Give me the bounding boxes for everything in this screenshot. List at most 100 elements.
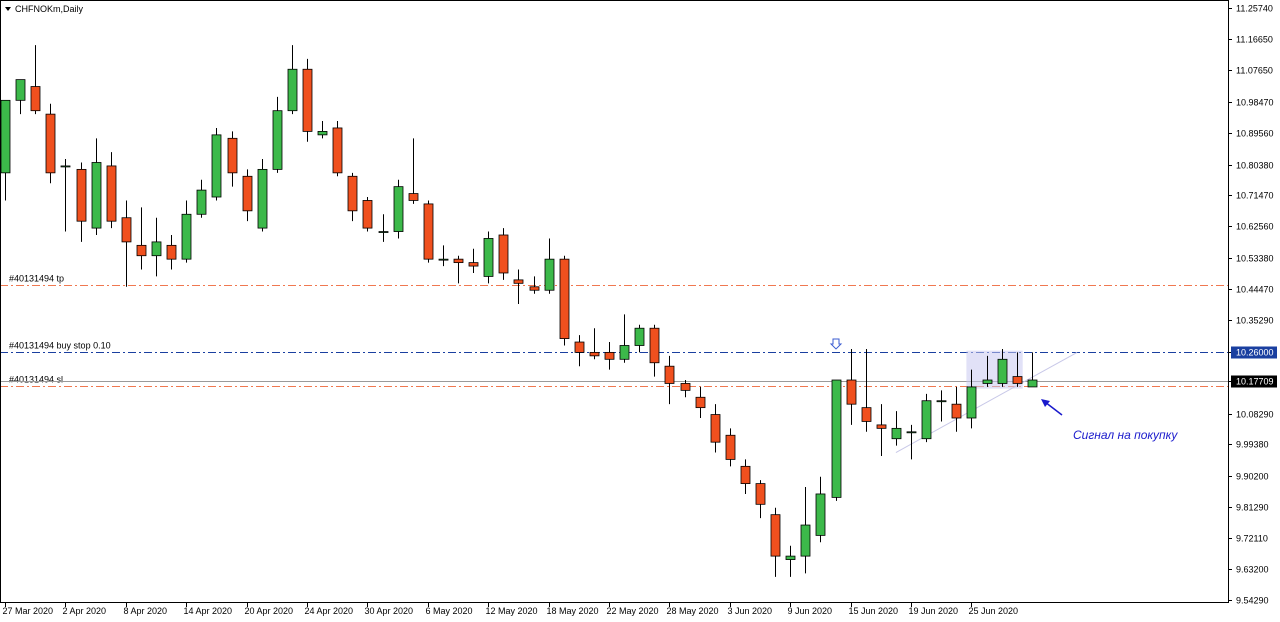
x-tick-label: 6 May 2020 [426, 606, 473, 616]
y-tick-label: 9.54290 [1236, 596, 1269, 606]
candle-body [574, 341, 585, 353]
candle-body [921, 400, 932, 440]
y-tick-label: 11.16650 [1236, 35, 1273, 45]
x-tick-label: 12 May 2020 [486, 606, 538, 616]
candle-body [755, 483, 766, 505]
candle-body [770, 514, 781, 557]
x-tick-label: 25 Jun 2020 [969, 606, 1019, 616]
candle-body [393, 186, 404, 232]
candle-body [891, 427, 902, 440]
candle-body [876, 424, 887, 429]
candle-body [649, 327, 660, 364]
candle-body [966, 386, 977, 419]
candle-body [800, 524, 811, 557]
candle-body [498, 234, 509, 274]
candle-body [544, 258, 555, 291]
level-label-0: #40131494 tp [9, 274, 64, 284]
candle-body [634, 327, 645, 346]
level-label-1: #40131494 buy stop 0.10 [9, 341, 111, 351]
y-tick-label: 10.89560 [1236, 129, 1274, 139]
candle-body [906, 431, 917, 434]
x-tick-label: 22 May 2020 [607, 606, 659, 616]
candle-body [30, 86, 41, 112]
candle-body [242, 175, 253, 212]
candle-body [91, 162, 102, 229]
x-tick-label: 14 Apr 2020 [184, 606, 233, 616]
signal-label: Сигнал на покупку [1073, 428, 1178, 442]
candle-body [589, 351, 600, 357]
candle-body [740, 465, 751, 485]
candle-body [76, 168, 87, 222]
y-tick-label: 10.80380 [1236, 161, 1274, 171]
x-tick-label: 19 Jun 2020 [909, 606, 959, 616]
candle-body [997, 358, 1008, 384]
candle-body [831, 379, 842, 498]
candle-body [121, 217, 132, 243]
y-tick-label: 10.08290 [1236, 410, 1274, 420]
chart-background [0, 0, 1280, 622]
y-tick-label: 9.90200 [1236, 472, 1269, 482]
candle-body [1027, 379, 1038, 388]
y-tick-label: 10.62560 [1236, 222, 1274, 232]
y-tick-label: 10.53380 [1236, 254, 1274, 264]
y-tick-label: 9.99380 [1236, 440, 1269, 450]
candle-body [60, 165, 71, 168]
level-label-2: #40131494 sl [9, 375, 63, 385]
candle-body [861, 407, 872, 422]
x-tick-label: 20 Apr 2020 [245, 606, 294, 616]
candle-body [106, 165, 117, 222]
y-tick-label: 9.72110 [1236, 534, 1268, 544]
candle-body [15, 79, 26, 101]
candle-body [619, 345, 630, 360]
candle-body [815, 493, 826, 536]
candle-body [680, 383, 691, 391]
candle-body [362, 200, 373, 229]
y-tick-label: 9.81290 [1236, 503, 1269, 513]
candle-body [664, 365, 675, 384]
candle-body [483, 238, 494, 277]
x-tick-label: 9 Jun 2020 [788, 606, 833, 616]
x-tick-label: 24 Apr 2020 [305, 606, 354, 616]
x-tick-label: 15 Jun 2020 [849, 606, 899, 616]
candle-body [695, 396, 706, 409]
candle-body [1012, 376, 1023, 384]
candle-body [529, 286, 540, 291]
candle-body [725, 434, 736, 460]
chart-canvas: #40131494 tp #40131494 buy stop 0.10 #4013… [0, 0, 1280, 622]
candle-body [45, 113, 56, 174]
y-tick-label: 11.07650 [1236, 66, 1273, 76]
candle-body [785, 555, 796, 560]
candle-body [136, 244, 147, 257]
y-tick-label: 10.35290 [1236, 316, 1274, 326]
candle-body [453, 258, 464, 264]
x-tick-label: 3 Jun 2020 [728, 606, 773, 616]
y-tick-label: 10.98470 [1236, 98, 1274, 108]
candle-body [257, 168, 268, 229]
chart-title: CHFNOKm,Daily [15, 4, 84, 14]
y-tick-label: 9.63200 [1236, 565, 1269, 575]
candle-body [151, 241, 162, 257]
candle-body [332, 127, 343, 174]
y-tick-label: 10.44470 [1236, 285, 1274, 295]
x-tick-label: 27 Mar 2020 [3, 606, 54, 616]
candle-body [317, 131, 328, 136]
candle-body [196, 189, 207, 215]
candle-body [423, 203, 434, 260]
candle-body [438, 258, 449, 261]
candle-body [559, 258, 570, 339]
x-tick-label: 28 May 2020 [667, 606, 719, 616]
y-tick-label: 10.26000 [1236, 348, 1274, 358]
x-tick-label: 18 May 2020 [547, 606, 599, 616]
candle-body [378, 231, 389, 233]
candle-body [408, 193, 419, 201]
candle-body [0, 99, 11, 174]
candle-body [287, 68, 298, 112]
candle-body [604, 351, 615, 360]
candle-body [710, 414, 721, 443]
x-tick-label: 2 Apr 2020 [63, 606, 107, 616]
x-tick-label: 8 Apr 2020 [124, 606, 168, 616]
candle-body [181, 213, 192, 260]
y-tick-label: 10.71470 [1236, 191, 1274, 201]
candle-body [951, 403, 962, 419]
candle-body [846, 379, 857, 405]
